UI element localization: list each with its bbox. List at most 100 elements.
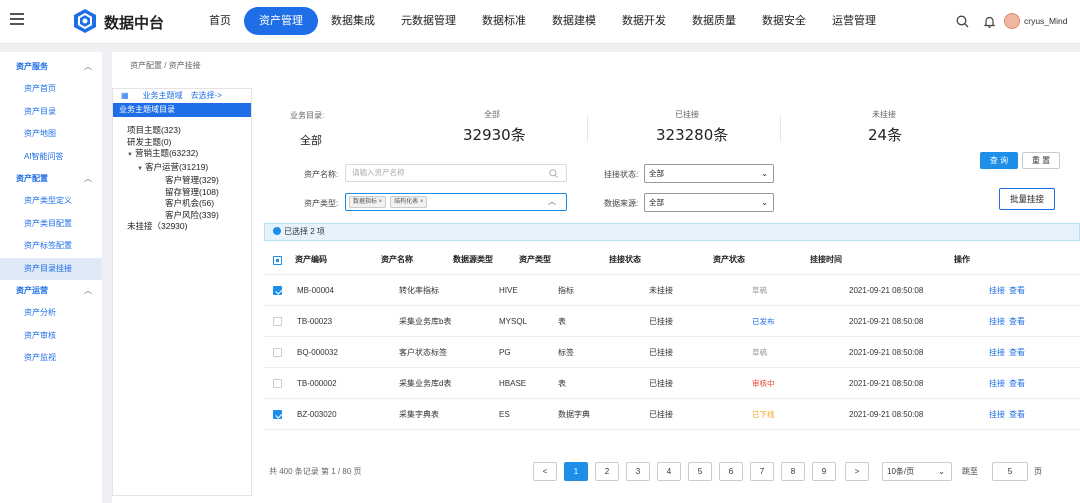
tree-node[interactable]: 客户风险(339) xyxy=(127,210,251,222)
tree-node[interactable]: 客户机会(56) xyxy=(127,198,251,210)
nav-item[interactable]: 元数据管理 xyxy=(388,7,469,35)
select-all-checkbox[interactable] xyxy=(273,256,282,265)
asset-type-multiselect[interactable]: 数据指标 × 结构化表 × ︿ xyxy=(345,193,567,211)
view-action[interactable]: 查看 xyxy=(1009,317,1025,326)
bell-icon[interactable] xyxy=(983,15,996,28)
sidebar-item[interactable]: 资产目录挂接 xyxy=(0,257,102,280)
type-tag[interactable]: 数据指标 × xyxy=(349,196,387,209)
table-row[interactable]: TB-000002 采集业务库d表 HBASE 表 已挂接 审核中 2021-09-21 0… xyxy=(264,368,1080,399)
tree-select-link[interactable]: 去选择-> xyxy=(191,89,222,103)
source-label: 数据来源: xyxy=(604,199,639,208)
sidebar-item[interactable]: 资产标签配置 xyxy=(0,235,102,258)
page-button[interactable]: 9 xyxy=(812,462,836,481)
sidebar-group[interactable]: 资产服务 ︿ xyxy=(0,56,102,78)
cell-code: BZ-003020 xyxy=(297,410,337,419)
goto-page-input[interactable]: 5 xyxy=(992,462,1028,481)
nav-item[interactable]: 数据集成 xyxy=(318,7,388,35)
sidebar-group[interactable]: 资产配置 ︿ xyxy=(0,168,102,190)
reset-button[interactable]: 重 置 xyxy=(1022,152,1060,169)
link-action[interactable]: 挂接 xyxy=(989,286,1005,295)
nav-item[interactable]: 数据标准 xyxy=(469,7,539,35)
row-checkbox[interactable] xyxy=(273,410,282,419)
page-button[interactable]: 5 xyxy=(688,462,712,481)
nav-item[interactable]: 首页 xyxy=(196,7,244,35)
prev-page-button[interactable]: < xyxy=(533,462,557,481)
sidebar-item[interactable]: 资产监视 xyxy=(0,347,102,370)
caret-down-icon[interactable]: ▼ xyxy=(127,152,133,158)
sidebar-item[interactable]: 资产审核 xyxy=(0,325,102,348)
page-button[interactable]: 1 xyxy=(564,462,588,481)
page-button[interactable]: 7 xyxy=(750,462,774,481)
nav-item[interactable]: 数据质量 xyxy=(679,7,749,35)
tree-node[interactable]: 留存管理(108) xyxy=(127,187,251,199)
tree-node[interactable]: ▼ 客户运营(31219) xyxy=(127,162,251,176)
chevron-up-icon[interactable]: ︿ xyxy=(84,280,92,302)
nav-item[interactable]: 运营管理 xyxy=(819,7,889,35)
row-checkbox[interactable] xyxy=(273,348,282,357)
nav-item[interactable]: 数据开发 xyxy=(609,7,679,35)
link-action[interactable]: 挂接 xyxy=(989,410,1005,419)
nav-item[interactable]: 资产管理 xyxy=(244,7,318,35)
page-button[interactable]: 4 xyxy=(657,462,681,481)
cell-type: 标签 xyxy=(558,348,574,357)
tree-node-list: 项目主题(323) 研发主题(0) ▼ 营销主题(63232) ▼ 客户运营(31219)… xyxy=(113,117,251,233)
sidebar-item[interactable]: 资产地图 xyxy=(0,123,102,146)
link-status-select[interactable]: 全部 ⌄ xyxy=(644,164,774,183)
type-tag[interactable]: 结构化表 × xyxy=(390,196,428,209)
link-action[interactable]: 挂接 xyxy=(989,317,1005,326)
nav-item[interactable]: 数据安全 xyxy=(749,7,819,35)
table-row[interactable]: TB-00023 采集业务库b表 MYSQL 表 已挂接 已发布 2021-09-21 08… xyxy=(264,306,1080,337)
next-page-button[interactable]: > xyxy=(845,462,869,481)
tree-node[interactable]: 客户管理(329) xyxy=(127,175,251,187)
sidebar-item[interactable]: AI智能问答 xyxy=(0,146,102,169)
page-button[interactable]: 2 xyxy=(595,462,619,481)
cell-src: ES xyxy=(499,410,510,419)
sidebar-item[interactable]: 资产分析 xyxy=(0,302,102,325)
tree-node[interactable]: 研发主题(0) xyxy=(127,137,251,149)
row-checkbox[interactable] xyxy=(273,286,282,295)
asset-name-input[interactable]: 请输入资产名称 xyxy=(345,164,567,182)
view-action[interactable]: 查看 xyxy=(1009,410,1025,419)
nav-item[interactable]: 数据建模 xyxy=(539,7,609,35)
view-action[interactable]: 查看 xyxy=(1009,286,1025,295)
cell-actions: 挂接 查看 xyxy=(989,368,1029,399)
page-size-select[interactable]: 10条/页 ⌄ xyxy=(882,462,952,481)
page-unit-label: 页 xyxy=(1034,467,1042,476)
table-row[interactable]: MB-00004 转化率指标 HIVE 指标 未挂接 草稿 2021-09-21 08:50… xyxy=(264,275,1080,306)
user-name[interactable]: cryus_Mind xyxy=(1024,16,1067,26)
table-row[interactable]: BQ-000032 客户状态标签 PG 标签 已挂接 草稿 2021-09-21 08:50… xyxy=(264,337,1080,368)
tree-node-label: 客户运营(31219) xyxy=(144,161,209,172)
chevron-up-icon[interactable]: ︿ xyxy=(84,168,92,190)
column-header: 数据源类型 xyxy=(453,255,493,264)
query-button[interactable]: 查 询 xyxy=(980,152,1018,169)
tree-selected-node[interactable]: 业务主题域目录 xyxy=(113,103,251,117)
caret-down-icon[interactable]: ▼ xyxy=(137,166,143,172)
row-checkbox[interactable] xyxy=(273,317,282,326)
sidebar-item[interactable]: 资产目录 xyxy=(0,101,102,124)
cell-type: 表 xyxy=(558,317,566,326)
view-action[interactable]: 查看 xyxy=(1009,379,1025,388)
avatar[interactable] xyxy=(1004,13,1020,29)
link-action[interactable]: 挂接 xyxy=(989,379,1005,388)
tree-node[interactable]: 项目主题(323) xyxy=(127,125,251,137)
table-row[interactable]: BZ-003020 采集字典表 ES 数据字典 已挂接 已下线 2021-09-21 08:… xyxy=(264,399,1080,430)
menu-toggle-icon[interactable] xyxy=(10,13,24,25)
selection-bar: 已选择 2 项 xyxy=(264,223,1080,241)
source-select[interactable]: 全部 ⌄ xyxy=(644,193,774,212)
link-action[interactable]: 挂接 xyxy=(989,348,1005,357)
sidebar-item[interactable]: 资产首页 xyxy=(0,78,102,101)
batch-link-button[interactable]: 批量挂接 xyxy=(999,188,1055,210)
chevron-up-icon[interactable]: ︿ xyxy=(548,194,556,209)
sidebar-item[interactable]: 资产类目配置 xyxy=(0,213,102,236)
tree-node[interactable]: 未挂接（32930) xyxy=(127,221,251,233)
page-button[interactable]: 6 xyxy=(719,462,743,481)
view-action[interactable]: 查看 xyxy=(1009,348,1025,357)
page-button[interactable]: 3 xyxy=(626,462,650,481)
sidebar-item[interactable]: 资产类型定义 xyxy=(0,190,102,213)
page-button[interactable]: 8 xyxy=(781,462,805,481)
chevron-up-icon[interactable]: ︿ xyxy=(84,56,92,78)
tree-node[interactable]: ▼ 营销主题(63232) xyxy=(127,148,251,162)
sidebar-group[interactable]: 资产运营 ︿ xyxy=(0,280,102,302)
row-checkbox[interactable] xyxy=(273,379,282,388)
search-icon[interactable] xyxy=(956,15,969,28)
